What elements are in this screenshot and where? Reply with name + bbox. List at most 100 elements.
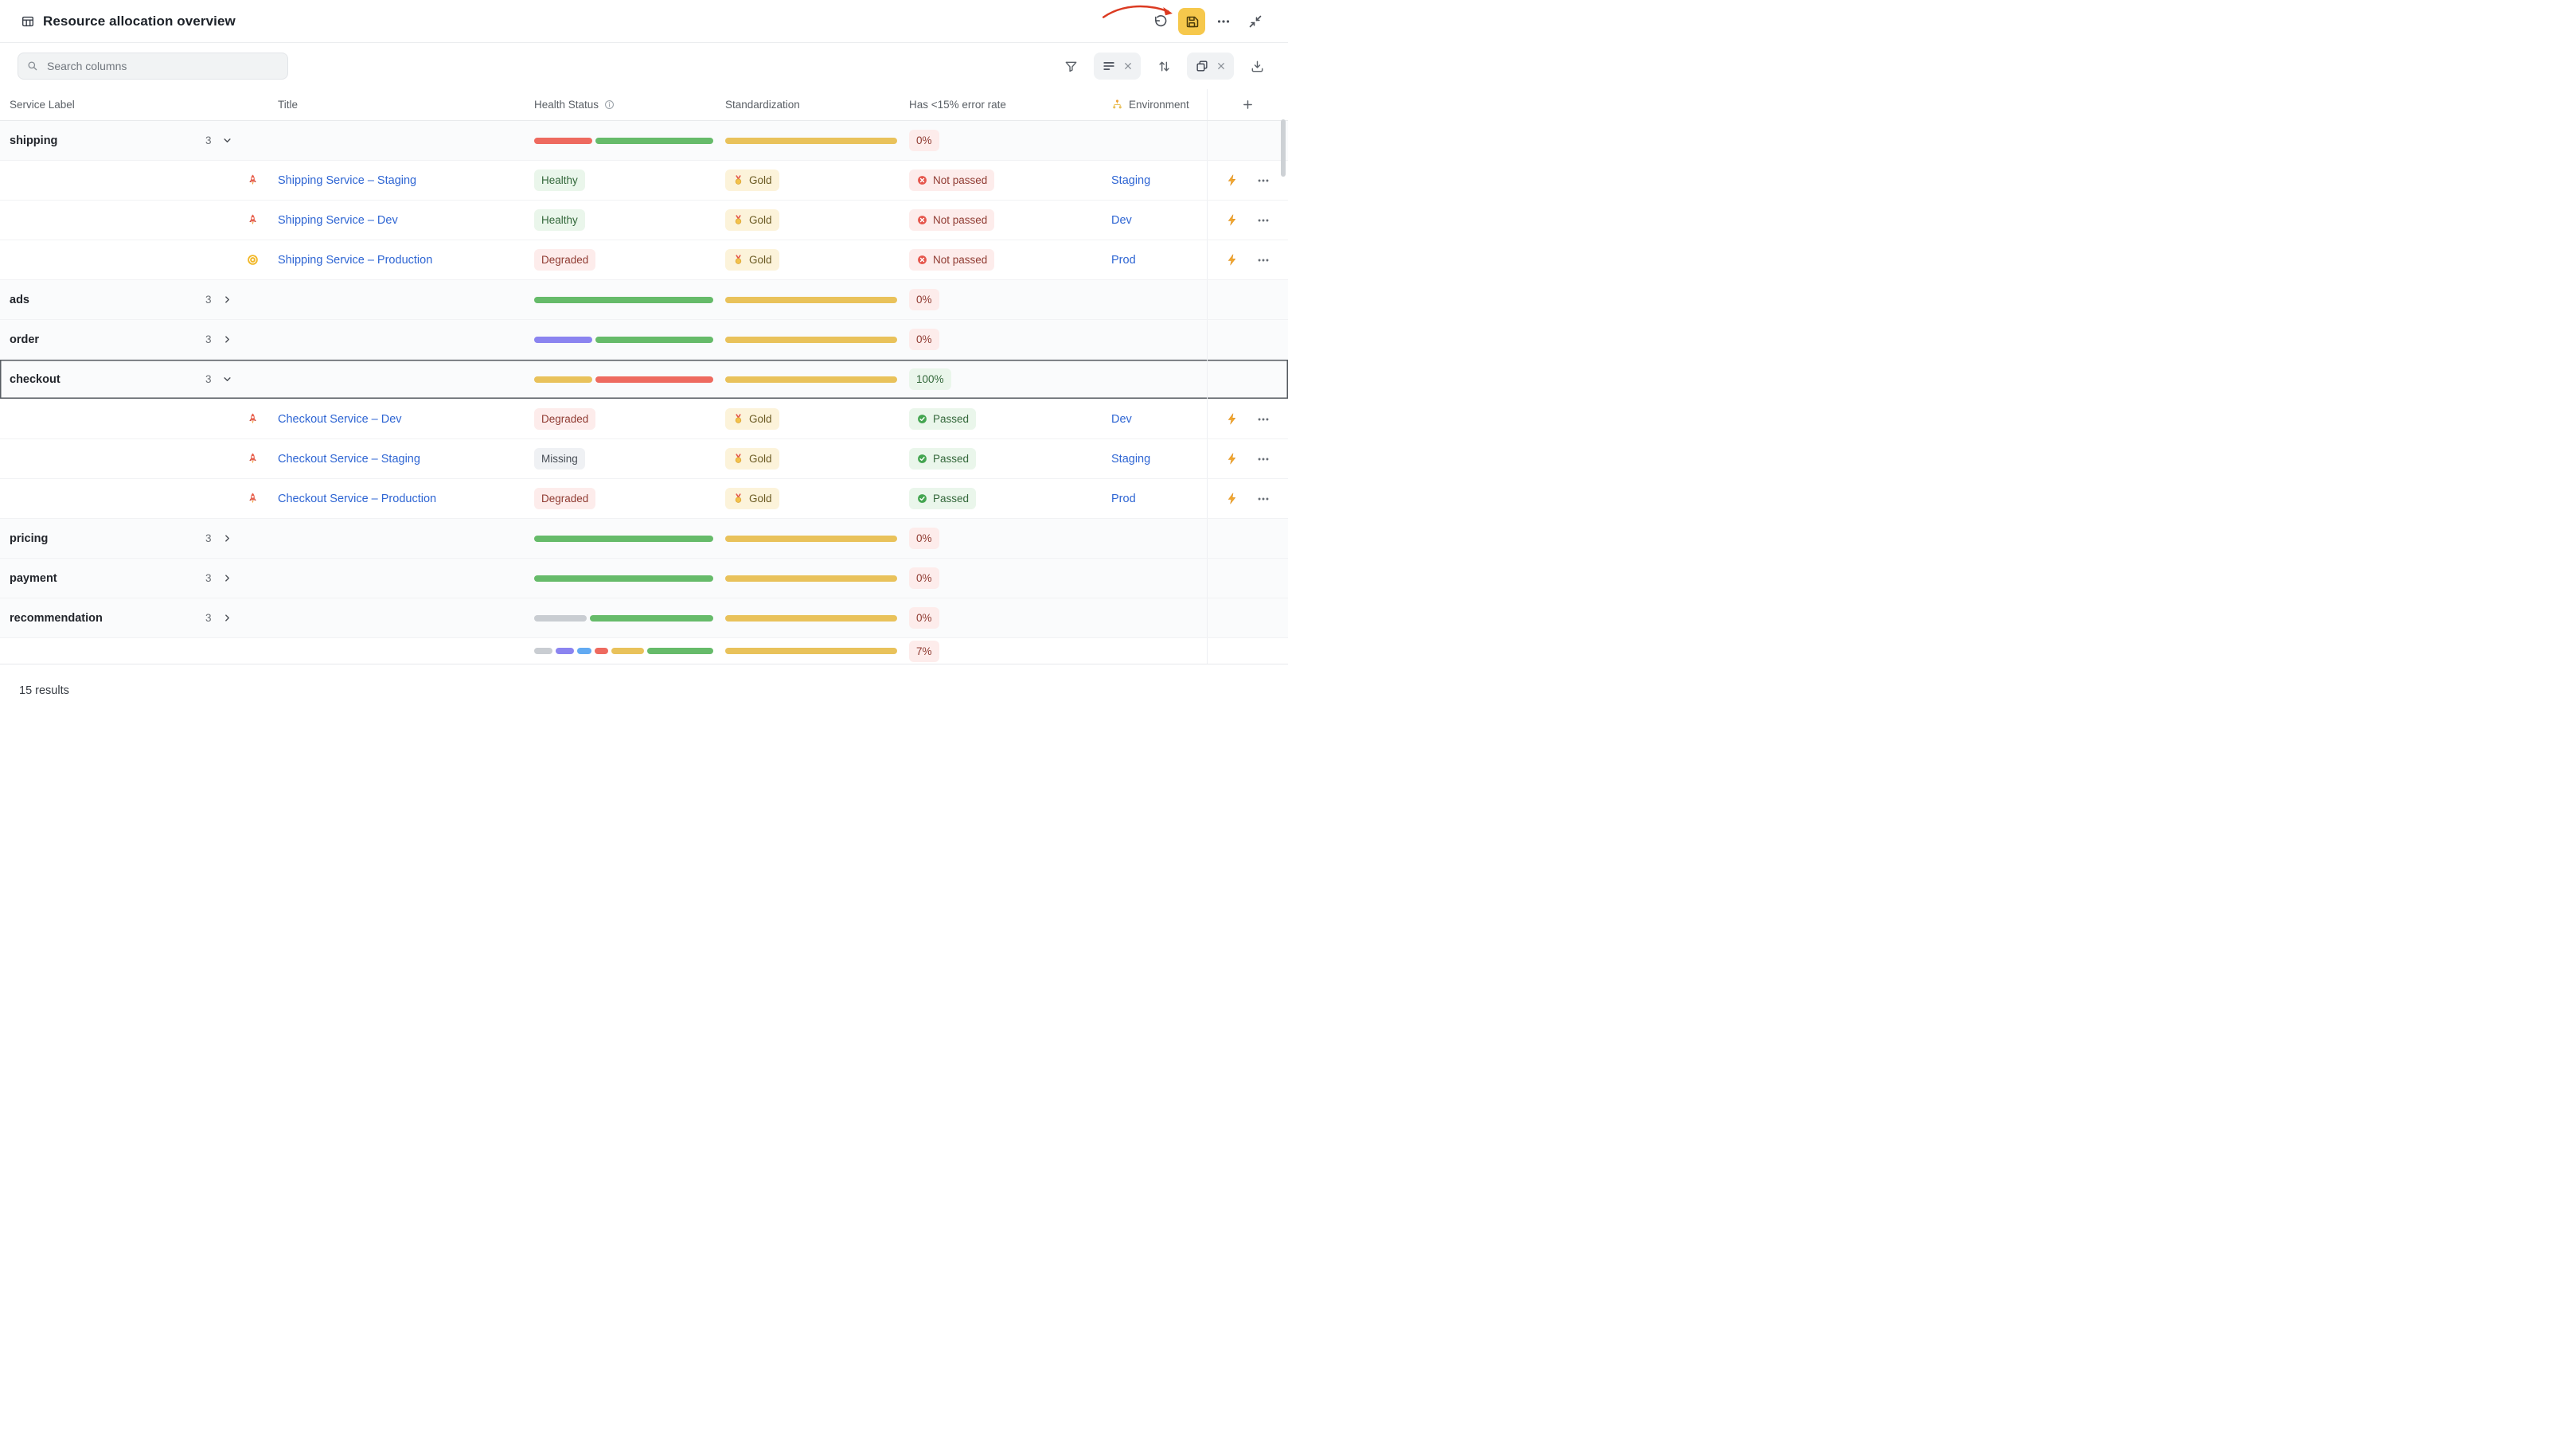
service-title-link[interactable]: Checkout Service – Staging <box>278 453 420 466</box>
chevron-right-icon[interactable] <box>221 572 233 584</box>
environment-link[interactable]: Staging <box>1111 174 1150 187</box>
col-environment[interactable]: Environment <box>1129 99 1189 111</box>
group-label: order <box>10 333 39 346</box>
search-columns-input[interactable] <box>45 59 279 73</box>
check-circle-icon <box>916 413 928 425</box>
col-service-label[interactable]: Service Label <box>10 99 75 111</box>
group-label: shipping <box>10 134 57 147</box>
rocket-icon <box>246 492 260 505</box>
more-options-button[interactable] <box>1210 8 1237 35</box>
save-button[interactable] <box>1178 8 1205 35</box>
service-row: Shipping Service – Staging Healthy Gold … <box>0 161 1288 201</box>
group-row-shipping[interactable]: shipping 3 0% <box>0 121 1288 161</box>
group-row-pricing[interactable]: pricing 3 0% <box>0 519 1288 559</box>
sort-button[interactable] <box>1152 54 1176 78</box>
close-icon[interactable] <box>1216 61 1226 71</box>
standardization-bar <box>725 337 897 343</box>
search-icon <box>26 60 39 72</box>
info-icon[interactable] <box>603 99 615 111</box>
row-more-icon[interactable] <box>1256 173 1270 188</box>
service-row: Shipping Service – Dev Healthy Gold Not … <box>0 201 1288 240</box>
group-row-ads[interactable]: ads 3 0% <box>0 280 1288 320</box>
health-status-bar <box>534 138 713 144</box>
standardization-badge: Gold <box>725 170 779 191</box>
service-title-link[interactable]: Shipping Service – Production <box>278 254 432 267</box>
results-count: 15 results <box>19 684 69 697</box>
group-row-partial[interactable]: 7% <box>0 638 1288 664</box>
environment-link[interactable]: Staging <box>1111 453 1150 466</box>
error-rate-badge: 0% <box>909 607 939 629</box>
collapse-button[interactable] <box>1242 8 1269 35</box>
service-title-link[interactable]: Checkout Service – Dev <box>278 413 402 426</box>
table-header-row: Service Label Title Health Status Standa… <box>0 89 1288 121</box>
close-icon[interactable] <box>1123 61 1133 71</box>
group-row-order[interactable]: order 3 0% <box>0 320 1288 360</box>
x-circle-icon <box>916 174 928 186</box>
assertion-badge: Passed <box>909 488 976 509</box>
assertion-badge: Passed <box>909 408 976 430</box>
lightning-icon[interactable] <box>1225 412 1239 426</box>
service-row: Checkout Service – Dev Degraded Gold Pas… <box>0 399 1288 439</box>
chevron-down-icon[interactable] <box>221 373 233 385</box>
add-column-button[interactable] <box>1237 94 1259 116</box>
gold-medal-icon <box>732 493 744 505</box>
standardization-badge: Gold <box>725 209 779 231</box>
filter-button[interactable] <box>1059 54 1083 78</box>
chevron-down-icon[interactable] <box>221 134 233 146</box>
chevron-right-icon[interactable] <box>221 294 233 306</box>
standardization-bar <box>725 138 897 144</box>
table-icon <box>21 14 35 29</box>
service-title-link[interactable]: Shipping Service – Staging <box>278 174 416 187</box>
row-more-icon[interactable] <box>1256 412 1270 427</box>
column-preset-chip[interactable] <box>1187 53 1234 80</box>
service-title-link[interactable]: Shipping Service – Dev <box>278 214 398 227</box>
standardization-bar <box>725 575 897 582</box>
lightning-icon[interactable] <box>1225 173 1239 187</box>
group-label: recommendation <box>10 612 103 625</box>
row-more-icon[interactable] <box>1256 452 1270 466</box>
error-rate-badge: 7% <box>909 641 939 662</box>
health-status-bar <box>534 376 713 383</box>
col-standardization[interactable]: Standardization <box>725 99 800 111</box>
standardization-bar <box>725 297 897 303</box>
lightning-icon[interactable] <box>1225 452 1239 466</box>
chevron-right-icon[interactable] <box>221 612 233 624</box>
environment-link[interactable]: Dev <box>1111 413 1132 426</box>
group-count: 3 <box>205 134 212 146</box>
service-title-link[interactable]: Checkout Service – Production <box>278 493 436 505</box>
undo-button[interactable] <box>1146 8 1173 35</box>
row-more-icon[interactable] <box>1256 253 1270 267</box>
group-row-payment[interactable]: payment 3 0% <box>0 559 1288 598</box>
environment-link[interactable]: Dev <box>1111 214 1132 227</box>
group-count: 3 <box>205 294 212 306</box>
chevron-right-icon[interactable] <box>221 333 233 345</box>
health-status-badge: Degraded <box>534 249 595 271</box>
lightning-icon[interactable] <box>1225 253 1239 267</box>
environment-link[interactable]: Prod <box>1111 254 1136 267</box>
group-row-checkout[interactable]: checkout 3 100% <box>0 360 1288 399</box>
group-count: 3 <box>205 333 212 345</box>
check-circle-icon <box>916 493 928 505</box>
grouping-chip[interactable] <box>1094 53 1141 80</box>
group-count: 3 <box>205 373 212 385</box>
group-row-recommendation[interactable]: recommendation 3 0% <box>0 598 1288 638</box>
standardization-bar <box>725 376 897 383</box>
row-more-icon[interactable] <box>1256 492 1270 506</box>
table-toolbar <box>0 43 1288 89</box>
col-error-rate[interactable]: Has <15% error rate <box>909 99 1006 111</box>
download-button[interactable] <box>1245 54 1269 78</box>
rocket-icon <box>246 213 260 227</box>
lightning-icon[interactable] <box>1225 492 1239 505</box>
search-columns-box[interactable] <box>18 53 288 80</box>
vertical-scrollbar[interactable] <box>1281 119 1286 177</box>
lightning-icon[interactable] <box>1225 213 1239 227</box>
chevron-right-icon[interactable] <box>221 532 233 544</box>
standardization-bar <box>725 615 897 622</box>
col-title[interactable]: Title <box>278 99 298 111</box>
row-more-icon[interactable] <box>1256 213 1270 228</box>
environment-link[interactable]: Prod <box>1111 493 1136 505</box>
standardization-badge: Gold <box>725 448 779 470</box>
col-health-status[interactable]: Health Status <box>534 99 599 111</box>
assertion-badge: Passed <box>909 448 976 470</box>
resource-allocation-window: Resource allocation overview <box>0 0 1288 717</box>
